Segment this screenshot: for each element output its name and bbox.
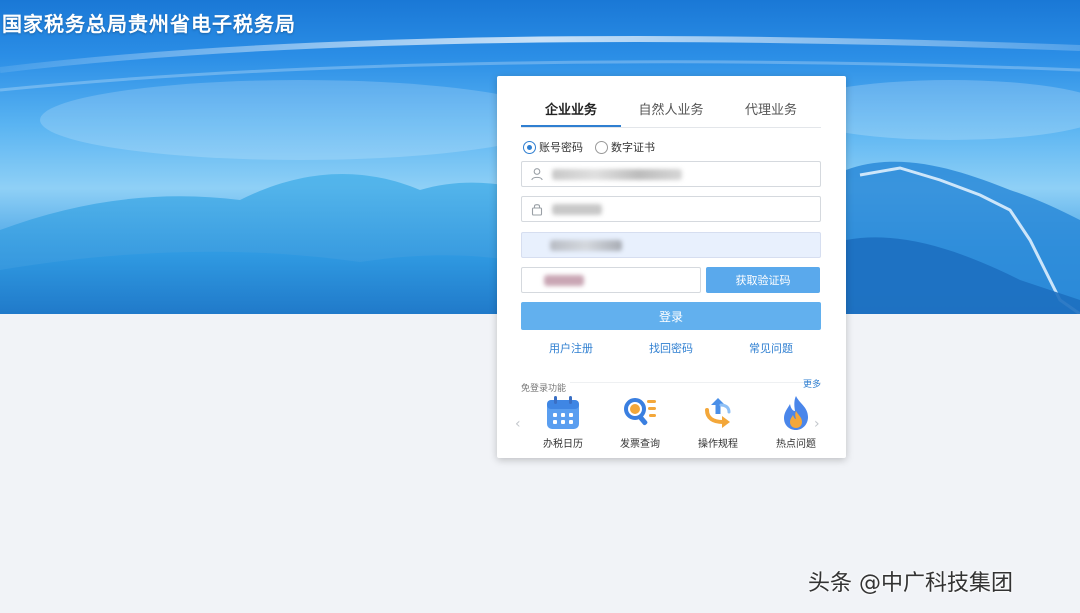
tab-enterprise[interactable]: 企业业务: [521, 98, 621, 127]
faq-link[interactable]: 常见问题: [749, 340, 793, 356]
tab-individual[interactable]: 自然人业务: [621, 98, 721, 127]
radio-unchecked-icon: [595, 140, 608, 154]
flow-icon: [705, 398, 731, 428]
sms-code-redacted: [544, 274, 584, 286]
radio-label: 数字证书: [611, 141, 655, 154]
prev-arrow-icon[interactable]: ‹: [515, 416, 521, 432]
fire-icon: [784, 396, 808, 430]
watermark-text: 头条 @中广科技集团: [808, 571, 1013, 596]
auth-links: 用户注册 找回密码 常见问题: [521, 340, 821, 356]
radio-digital-certificate[interactable]: 数字证书: [595, 139, 655, 155]
more-link[interactable]: 更多: [803, 377, 821, 394]
get-code-button[interactable]: 获取验证码: [706, 267, 820, 293]
sms-code-input[interactable]: [521, 267, 701, 293]
site-title: 国家税务总局贵州省电子税务局: [2, 12, 296, 36]
radio-checked-icon: [523, 140, 536, 154]
captcha-row: 获取验证码: [521, 267, 821, 293]
login-panel: 企业业务 自然人业务 代理业务 账号密码 数字证书 获取验证码 登录 用户注册 …: [497, 76, 846, 458]
quick-item-label: 操作规程: [698, 439, 738, 450]
quick-item-label: 办税日历: [543, 439, 583, 450]
taxpayer-id-redacted: [550, 239, 622, 251]
quick-item-label: 热点问题: [776, 439, 816, 450]
lock-icon: [531, 204, 543, 216]
next-arrow-icon[interactable]: ›: [814, 416, 820, 432]
radio-label: 账号密码: [539, 141, 583, 154]
user-icon: [531, 168, 543, 181]
quick-item-label: 发票查询: [620, 439, 660, 450]
quick-item-procedures[interactable]: 操作规程: [683, 394, 753, 450]
taxpayer-id-input[interactable]: [521, 232, 821, 258]
recover-password-link[interactable]: 找回密码: [649, 340, 693, 356]
password-value-redacted: [552, 203, 602, 215]
calendar-icon: [547, 396, 579, 429]
login-button[interactable]: 登录: [521, 302, 821, 330]
quick-item-invoice-query[interactable]: 发票查询: [605, 394, 675, 450]
quick-item-tax-calendar[interactable]: 办税日历: [528, 394, 598, 450]
password-input[interactable]: [521, 196, 821, 222]
register-link[interactable]: 用户注册: [549, 340, 593, 356]
username-input[interactable]: [521, 161, 821, 187]
radio-account-password[interactable]: 账号密码: [523, 139, 583, 155]
login-mode-group: 账号密码 数字证书: [523, 139, 655, 155]
quick-item-hot-questions[interactable]: 热点问题: [761, 394, 831, 450]
search-list-icon: [624, 398, 656, 426]
tab-agent[interactable]: 代理业务: [721, 98, 821, 127]
quick-functions-title: 免登录功能: [521, 381, 571, 394]
quick-functions: ‹ 办税日历 发票查询 操作规程 热点问题 ›: [511, 394, 833, 454]
quick-functions-header: 免登录功能 更多: [521, 380, 821, 394]
username-value-redacted: [552, 168, 682, 180]
login-tabs: 企业业务 自然人业务 代理业务: [521, 98, 821, 128]
